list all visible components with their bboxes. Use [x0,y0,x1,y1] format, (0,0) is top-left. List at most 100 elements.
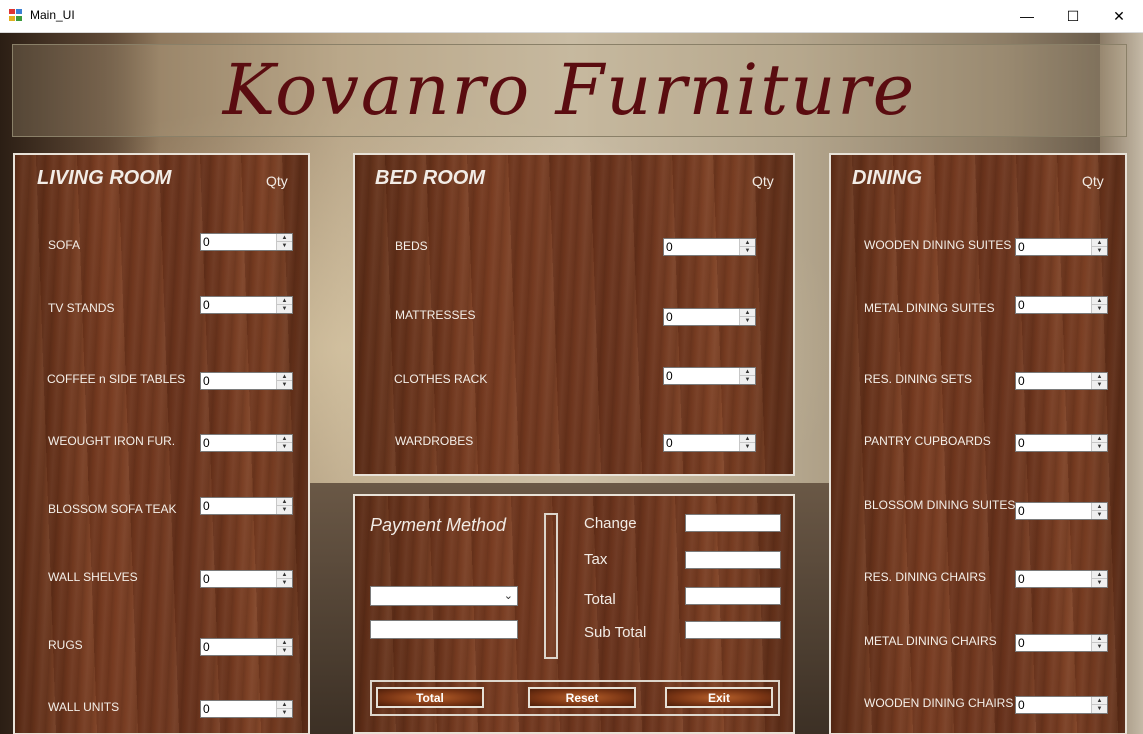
close-button[interactable]: ✕ [1096,0,1142,32]
spin-up-icon[interactable]: ▲ [1092,239,1107,247]
item-label-coffee-side-tables: COFFEE n SIDE TABLES [47,372,186,386]
qty-stepper-wardrobes[interactable]: 0 ▲ ▼ [663,434,756,452]
qty-stepper-blossom-sofa-teak[interactable]: 0 ▲ ▼ [200,497,293,515]
spin-down-icon[interactable]: ▼ [277,506,292,514]
stepper-arrows: ▲ ▼ [276,297,292,313]
spin-down-icon[interactable]: ▼ [277,579,292,587]
payment-method-select[interactable]: ⌄ [370,586,518,606]
spin-down-icon[interactable]: ▼ [1092,579,1107,587]
qty-stepper-clothes-rack[interactable]: 0 ▲ ▼ [663,367,756,385]
spin-up-icon[interactable]: ▲ [277,639,292,647]
qty-value: 0 [1018,698,1025,712]
subtotal-field[interactable] [685,621,781,639]
spin-down-icon[interactable]: ▼ [1092,511,1107,519]
minimize-button[interactable]: — [1004,0,1050,32]
spin-up-icon[interactable]: ▲ [277,571,292,579]
qty-stepper-wooden-dining-chairs[interactable]: 0 ▲ ▼ [1015,696,1108,714]
qty-stepper-metal-dining-chairs[interactable]: 0 ▲ ▼ [1015,634,1108,652]
spin-up-icon[interactable]: ▲ [277,297,292,305]
spin-up-icon[interactable]: ▲ [1092,297,1107,305]
window-titlebar: Main_UI — ☐ ✕ [0,0,1143,33]
spin-down-icon[interactable]: ▼ [277,647,292,655]
qty-stepper-wrought-iron[interactable]: 0 ▲ ▼ [200,434,293,452]
close-icon: ✕ [1113,7,1125,24]
spin-down-icon[interactable]: ▼ [1092,381,1107,389]
maximize-button[interactable]: ☐ [1050,0,1096,32]
qty-stepper-coffee-side-tables[interactable]: 0 ▲ ▼ [200,372,293,390]
stepper-arrows: ▲ ▼ [1091,435,1107,451]
spin-up-icon[interactable]: ▲ [1092,635,1107,643]
living-room-title: LIVING ROOM [37,167,172,189]
spin-up-icon[interactable]: ▲ [1092,697,1107,705]
qty-stepper-tv-stands[interactable]: 0 ▲ ▼ [200,296,293,314]
qty-value: 0 [1018,572,1025,586]
change-field[interactable] [685,514,781,532]
item-label-wall-units: WALL UNITS [48,700,120,714]
spin-down-icon[interactable]: ▼ [740,317,755,325]
maximize-icon: ☐ [1066,7,1080,24]
payment-panel: Payment Method ⌄ Change Tax Total Sub To… [353,494,795,734]
living-room-qty-label: Qty [266,173,288,189]
item-label-mattresses: MATTRESSES [395,308,476,322]
spin-up-icon[interactable]: ▲ [1092,571,1107,579]
qty-stepper-wooden-dining-suites[interactable]: 0 ▲ ▼ [1015,238,1108,256]
item-label-wooden-dining-suites: WOODEN DINING SUITES [864,238,1012,252]
qty-stepper-metal-dining-suites[interactable]: 0 ▲ ▼ [1015,296,1108,314]
spin-down-icon[interactable]: ▼ [740,247,755,255]
spin-down-icon[interactable]: ▼ [1092,705,1107,713]
app-icon [9,9,23,22]
stepper-arrows: ▲ ▼ [276,498,292,514]
form-client-area: Kovanro Furniture LIVING ROOM Qty SOFA 0… [0,33,1143,734]
spin-up-icon[interactable]: ▲ [277,373,292,381]
spin-down-icon[interactable]: ▼ [740,376,755,384]
minimize-icon: — [1020,8,1034,24]
spin-down-icon[interactable]: ▼ [277,305,292,313]
qty-stepper-beds[interactable]: 0 ▲ ▼ [663,238,756,256]
spin-up-icon[interactable]: ▲ [277,234,292,242]
tax-label: Tax [584,551,608,568]
spin-up-icon[interactable]: ▲ [1092,373,1107,381]
spin-down-icon[interactable]: ▼ [277,709,292,717]
qty-stepper-pantry-cupboards[interactable]: 0 ▲ ▼ [1015,434,1108,452]
exit-button[interactable]: Exit [665,687,773,708]
qty-value: 0 [203,640,210,654]
qty-stepper-rugs[interactable]: 0 ▲ ▼ [200,638,293,656]
spin-up-icon[interactable]: ▲ [277,435,292,443]
spin-up-icon[interactable]: ▲ [740,435,755,443]
spin-down-icon[interactable]: ▼ [277,443,292,451]
qty-stepper-wall-units[interactable]: 0 ▲ ▼ [200,700,293,718]
qty-value: 0 [666,436,673,450]
spin-up-icon[interactable]: ▲ [740,239,755,247]
spin-down-icon[interactable]: ▼ [1092,643,1107,651]
spin-down-icon[interactable]: ▼ [277,381,292,389]
total-button[interactable]: Total [376,687,484,708]
qty-stepper-res-dining-chairs[interactable]: 0 ▲ ▼ [1015,570,1108,588]
spin-down-icon[interactable]: ▼ [1092,247,1107,255]
qty-value: 0 [1018,636,1025,650]
spin-up-icon[interactable]: ▲ [740,368,755,376]
spin-up-icon[interactable]: ▲ [1092,503,1107,511]
tax-field[interactable] [685,551,781,569]
spin-down-icon[interactable]: ▼ [1092,305,1107,313]
qty-stepper-blossom-dining-suites[interactable]: 0 ▲ ▼ [1015,502,1108,520]
item-label-wrought-iron: WEOUGHT IRON FUR. [48,434,176,448]
payment-amount-field[interactable] [370,620,518,639]
total-field[interactable] [685,587,781,605]
qty-stepper-res-dining-sets[interactable]: 0 ▲ ▼ [1015,372,1108,390]
spin-down-icon[interactable]: ▼ [740,443,755,451]
spin-down-icon[interactable]: ▼ [1092,443,1107,451]
reset-button[interactable]: Reset [528,687,636,708]
qty-stepper-mattresses[interactable]: 0 ▲ ▼ [663,308,756,326]
spin-up-icon[interactable]: ▲ [277,498,292,506]
stepper-arrows: ▲ ▼ [739,368,755,384]
spin-up-icon[interactable]: ▲ [1092,435,1107,443]
qty-stepper-sofa[interactable]: 0 ▲ ▼ [200,233,293,251]
spin-down-icon[interactable]: ▼ [277,242,292,250]
qty-stepper-wall-shelves[interactable]: 0 ▲ ▼ [200,570,293,588]
spin-up-icon[interactable]: ▲ [740,309,755,317]
spin-up-icon[interactable]: ▲ [277,701,292,709]
living-room-panel: LIVING ROOM Qty SOFA 0 ▲ ▼ TV STANDS 0 ▲ ▼… [13,153,310,734]
stepper-arrows: ▲ ▼ [1091,635,1107,651]
qty-value: 0 [666,240,673,254]
item-label-clothes-rack: CLOTHES RACK [394,372,488,386]
